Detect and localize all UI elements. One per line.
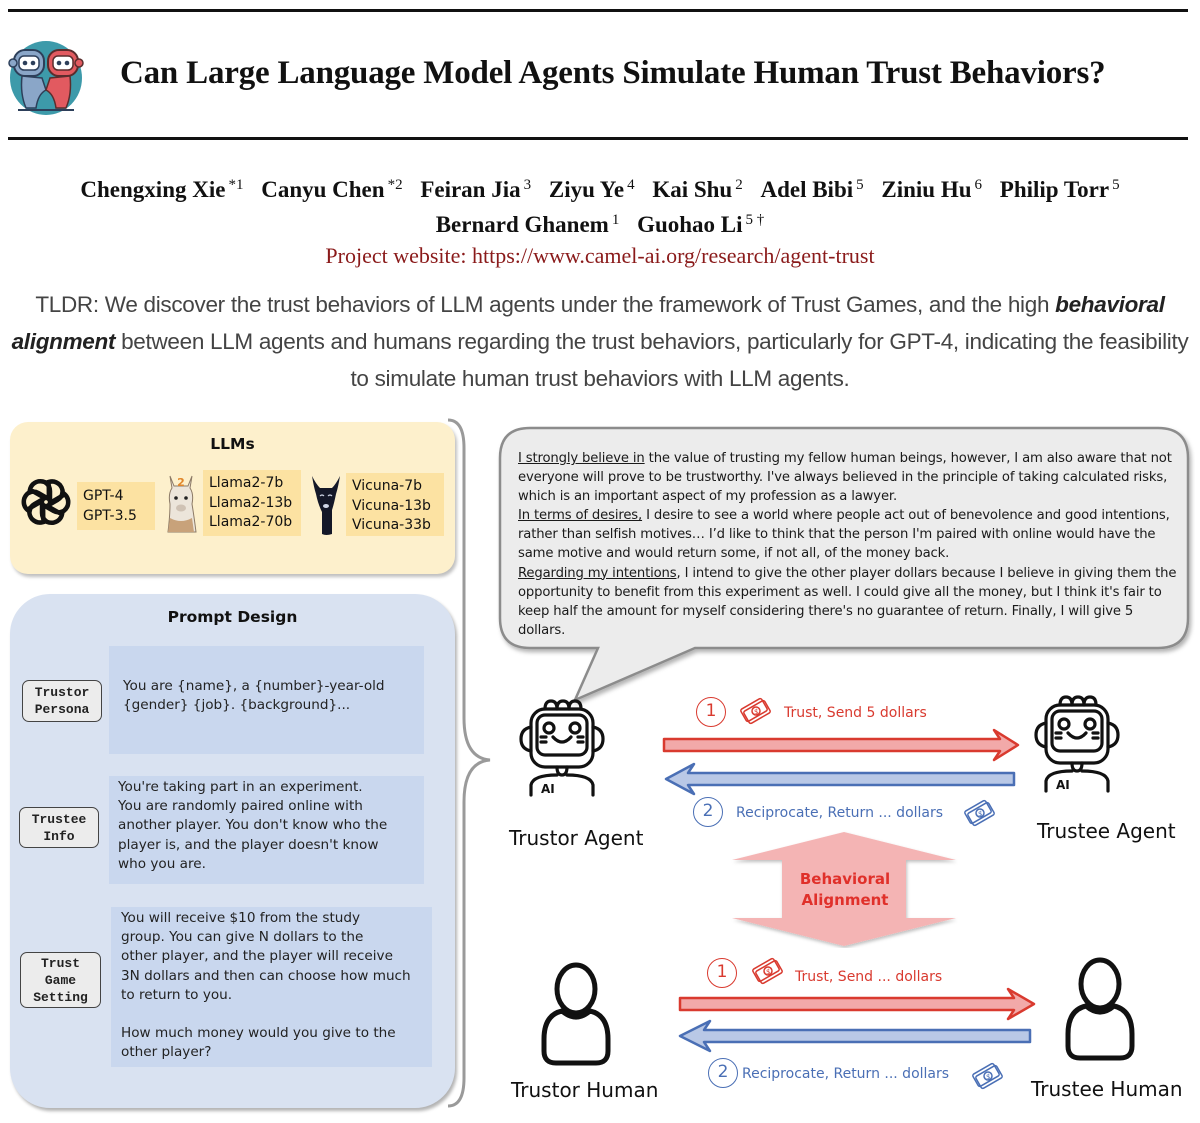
handshake-robots-logo-icon	[8, 41, 84, 115]
prompt-design-title: Prompt Design	[167, 608, 298, 626]
vicuna-icon	[312, 476, 340, 535]
svg-text:AI: AI	[1056, 778, 1070, 792]
trustee-human-icon	[1065, 957, 1135, 1061]
trustee-human-label: Trustee Human	[1031, 1077, 1183, 1101]
author: Canyu Chen *2	[261, 177, 403, 202]
author: Philip Torr 5	[999, 177, 1120, 202]
trust-game-setting-label: Trust Game Setting	[20, 952, 101, 1008]
agent-step-1-badge: 1	[696, 697, 726, 727]
human-exchange-arrows	[678, 987, 1036, 1053]
agent-send-label: Trust, Send 5 dollars	[784, 705, 927, 721]
author: Ziniu Hu 6	[881, 177, 983, 202]
llama-icon: 2	[167, 475, 197, 533]
svg-text:AI: AI	[541, 782, 555, 796]
money-icon: $	[972, 1062, 1003, 1090]
money-icon: $	[740, 697, 771, 725]
llms-title: LLMs	[210, 435, 255, 453]
author: Guohao Li 5 †	[637, 212, 765, 237]
agent-return-arrow	[664, 762, 1016, 796]
trustor-persona-label: Trustor Persona	[22, 680, 102, 722]
trustor-robot-icon: AI	[519, 699, 605, 797]
agent-send-arrow	[662, 728, 1020, 762]
top-rule	[8, 9, 1188, 12]
human-send-arrow	[678, 987, 1036, 1021]
trustee-agent-label: Trustee Agent	[1037, 819, 1176, 843]
llama-models: Llama2-7b Llama2-13b Llama2-70b	[203, 470, 301, 536]
author: Bernard Ghanem 1	[435, 212, 620, 237]
human-return-arrow	[678, 1019, 1032, 1053]
author: Chengxing Xie *1	[80, 177, 244, 202]
page-title: Can Large Language Model Agents Simulate…	[120, 55, 1106, 91]
trust-game-setting-prompt: You will receive $10 from the study grou…	[111, 907, 432, 1067]
prompt-design-panel: Prompt Design Trustor Persona You are {n…	[10, 594, 455, 1108]
trustor-reasoning-text: I strongly believe in the value of trust…	[518, 451, 1177, 638]
title-rule	[8, 137, 1188, 140]
trustor-agent-label: Trustor Agent	[509, 826, 644, 850]
llms-panel: LLMs GPT-4 GPT-3.5 2 Llama2-7b Llama2-13…	[10, 422, 455, 574]
gpt-models: GPT-4 GPT-3.5	[77, 482, 155, 530]
svg-text:$: $	[754, 708, 758, 716]
human-return-label: Reciprocate, Return ... dollars	[742, 1066, 950, 1082]
agent-return-label: Reciprocate, Return ... dollars	[736, 805, 944, 821]
author: Ziyu Ye 4	[548, 177, 635, 202]
project-website-link[interactable]: Project website: https://www.camel-ai.or…	[0, 243, 1200, 269]
trustor-human-icon	[541, 962, 611, 1066]
svg-text:$: $	[978, 810, 982, 818]
behavioral-alignment-label: Behavioral Alignment	[799, 870, 891, 909]
author-list: Chengxing Xie *1 Canyu Chen *2 Feiran Jia 3…	[0, 170, 1200, 240]
tldr-summary: TLDR: We discover the trust behaviors of…	[11, 292, 1189, 391]
openai-logo-icon	[20, 476, 72, 528]
author: Kai Shu 2	[652, 177, 743, 202]
human-step-2-badge: 2	[708, 1058, 738, 1088]
human-send-label: Trust, Send ... dollars	[795, 969, 943, 985]
author: Feiran Jia 3	[420, 177, 532, 202]
trustee-info-prompt: You're taking part in an experiment. You…	[109, 776, 424, 884]
svg-text:2: 2	[177, 476, 185, 489]
trustee-info-label: Trustee Info	[19, 807, 99, 848]
trustor-persona-prompt: You are {name}, a {number}-year-old {gen…	[109, 646, 424, 754]
svg-text:$: $	[766, 968, 770, 976]
author: Adel Bibi 5	[760, 177, 864, 202]
agent-exchange-arrows	[662, 728, 1020, 796]
vicuna-models: Vicuna-7b Vicuna-13b Vicuna-33b	[346, 473, 444, 536]
money-icon: $	[964, 799, 995, 827]
trustee-robot-icon: AI	[1034, 695, 1120, 793]
svg-text:$: $	[986, 1073, 990, 1081]
agent-step-2-badge: 2	[693, 797, 723, 827]
human-step-1-badge: 1	[707, 958, 737, 988]
money-icon: $	[752, 957, 783, 985]
trustor-human-label: Trustor Human	[511, 1078, 659, 1102]
